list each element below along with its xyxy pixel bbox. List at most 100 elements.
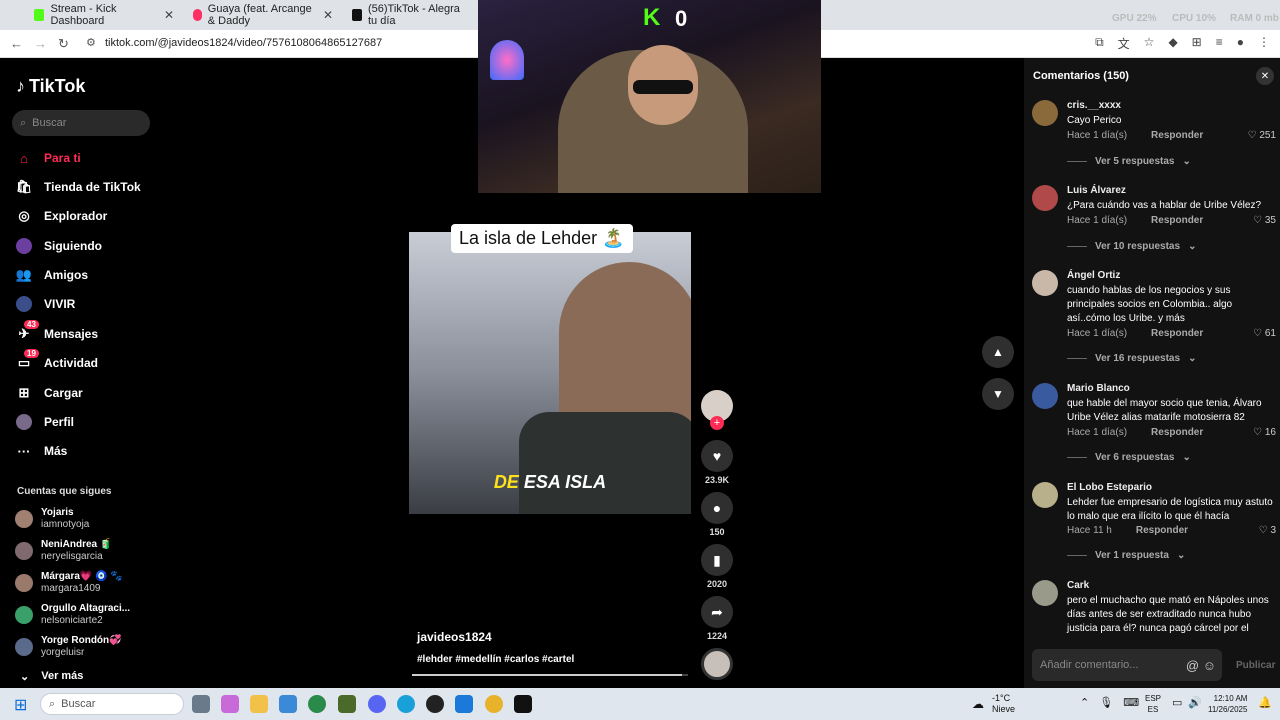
comment-input[interactable]: Añadir comentario... @ ☺ [1032,649,1222,681]
avatar[interactable] [1032,580,1058,606]
share-button[interactable]: ➦ 1224 [700,596,734,641]
nav-perfil[interactable]: Perfil [16,412,74,432]
following-account[interactable]: Yojaris iamnotyoja [15,506,89,532]
obs-icon[interactable] [426,695,444,713]
weather-widget[interactable]: -1°C Nieve [992,693,1015,715]
translate-icon[interactable]: 文 [1118,35,1130,52]
video-player[interactable]: DE ESA ISLA [409,232,691,514]
site-info-icon[interactable]: ⚙ [86,36,96,49]
chrome-icon[interactable] [485,695,503,713]
following-account[interactable]: Orgullo Altagraci... nelsoniciarte2 [15,602,130,628]
forward-icon[interactable]: → [34,36,47,51]
cast-icon[interactable]: ⧉ [1095,35,1104,52]
edge-icon[interactable] [397,695,415,713]
reload-icon[interactable]: ↻ [58,36,69,52]
discord-icon[interactable] [368,695,386,713]
search-input[interactable]: ⌕ Buscar [12,110,150,136]
previous-video-button[interactable]: ▲ [982,336,1014,368]
close-icon[interactable]: ✕ [323,8,333,22]
tab-kick-dashboard[interactable]: Stream - Kick Dashboard ✕ [26,3,182,27]
video-author[interactable]: javideos1824 [417,630,492,644]
avatar[interactable] [1032,185,1058,211]
reply-button[interactable]: Responder [1151,427,1203,438]
following-account[interactable]: Yorge Rondón💞 yorgeluisr [15,634,122,660]
nav-tienda[interactable]: 🛍 Tienda de TikTok [16,177,141,197]
like-button[interactable]: ♥ 23.9K [700,440,734,485]
media-icon[interactable]: ≡ [1216,35,1223,52]
tiktok-app-icon[interactable] [514,695,532,713]
view-replies-button[interactable]: Ver 5 respuestas ⌄ [1067,156,1191,167]
avatar[interactable] [1032,482,1058,508]
mention-emoji-icons[interactable]: @ ☺ [1186,658,1216,673]
mic-icon[interactable]: 🎙 [1099,696,1113,709]
comment-button[interactable]: ● 150 [700,492,734,537]
store-icon[interactable] [279,695,297,713]
comment-user[interactable]: El Lobo Estepario [1067,482,1152,493]
close-icon[interactable]: ✕ [1256,67,1274,85]
chevron-up-icon[interactable]: ⌃ [1080,696,1089,709]
volume-icon[interactable]: 🔊 [1188,696,1202,709]
view-replies-button[interactable]: Ver 1 respuesta ⌄ [1067,550,1185,561]
avatar[interactable] [1032,383,1058,409]
comment-like[interactable]: ♡ 35 [1253,215,1276,226]
url-field[interactable]: tiktok.com/@javideos1824/video/757610806… [105,37,382,49]
nav-explorador[interactable]: ◎ Explorador [16,206,107,226]
nav-para-ti[interactable]: ⌂ Para ti [16,148,81,168]
reply-button[interactable]: Responder [1136,525,1188,536]
nav-vivir[interactable]: VIVIR [16,294,75,314]
comment-like[interactable]: ♡ 16 [1253,427,1276,438]
view-replies-button[interactable]: Ver 6 respuestas ⌄ [1067,452,1191,463]
menu-icon[interactable]: ⋮ [1258,35,1270,52]
network-icon[interactable]: ▭ [1172,696,1182,709]
save-button[interactable]: ▮ 2020 [700,544,734,589]
comment-user[interactable]: Ángel Ortiz [1067,270,1120,281]
taskbar-search[interactable]: ⌕ Buscar [40,693,184,715]
clock[interactable]: 12:10 AM 11/26/2025 [1208,693,1247,715]
back-icon[interactable]: ← [10,36,23,51]
profile-avatar[interactable]: ● [1237,35,1244,52]
app-u-icon[interactable] [308,695,326,713]
nav-mensajes[interactable]: ✈ 43 Mensajes [16,320,98,344]
nav-mas[interactable]: ··· Más [16,441,68,461]
comment-user[interactable]: Mario Blanco [1067,383,1130,394]
video-progress-bar[interactable] [412,674,688,676]
comment-user[interactable]: cris.__xxxx [1067,100,1121,111]
comment-user[interactable]: Cark [1067,580,1089,591]
tab-tiktok[interactable]: (56)TikTok - Alegra tu día [344,3,478,27]
following-account[interactable]: NeniAndrea 🧃 neryelisgarcia [15,538,112,564]
nav-cargar[interactable]: ⊞ Cargar [16,383,83,403]
tiktok-logo[interactable]: ♪ TikTok [16,76,85,97]
copilot-icon[interactable] [221,695,239,713]
comment-user[interactable]: Luis Álvarez [1067,185,1126,196]
comment-like[interactable]: ♡ 251 [1248,130,1276,141]
language-indicator[interactable]: ESP ES [1145,693,1161,715]
nav-actividad[interactable]: ▭ 19 Actividad [16,349,98,373]
follow-plus-icon[interactable]: + [710,416,724,430]
extension-icon[interactable]: ◆ [1168,35,1177,52]
reply-button[interactable]: Responder [1151,215,1203,226]
keyboard-icon[interactable]: ⌨ [1123,696,1139,709]
avatar[interactable] [1032,100,1058,126]
author-avatar-button[interactable]: + [700,390,734,430]
following-account[interactable]: Márgara💗 🧿 🐾 margara1409 [15,570,123,596]
video-hashtags[interactable]: #lehder #medellín #carlos #cartel [417,654,574,665]
see-more-button[interactable]: ⌄ Ver más [20,670,83,683]
comment-like[interactable]: ♡ 3 [1259,525,1276,536]
nav-amigos[interactable]: 👥 Amigos [16,265,88,285]
close-icon[interactable]: ✕ [164,8,174,22]
reply-button[interactable]: Responder [1151,130,1203,141]
windows-start-icon[interactable]: ⊞ [14,695,27,715]
avatar[interactable] [1032,270,1058,296]
music-disc-button[interactable] [700,648,734,680]
next-video-button[interactable]: ▼ [982,378,1014,410]
task-view-icon[interactable] [192,695,210,713]
file-explorer-icon[interactable] [250,695,268,713]
view-replies-button[interactable]: Ver 16 respuestas ⌄ [1067,353,1196,364]
comment-like[interactable]: ♡ 61 [1253,328,1276,339]
nav-siguiendo[interactable]: Siguiendo [16,236,102,256]
notification-icon[interactable]: 🔔 [1258,696,1272,709]
tab-guaya[interactable]: Guaya (feat. Arcange & Daddy ✕ [185,3,341,27]
puzzle-icon[interactable]: ⊞ [1192,35,1202,52]
mail-icon[interactable] [455,695,473,713]
star-icon[interactable]: ☆ [1144,35,1155,52]
